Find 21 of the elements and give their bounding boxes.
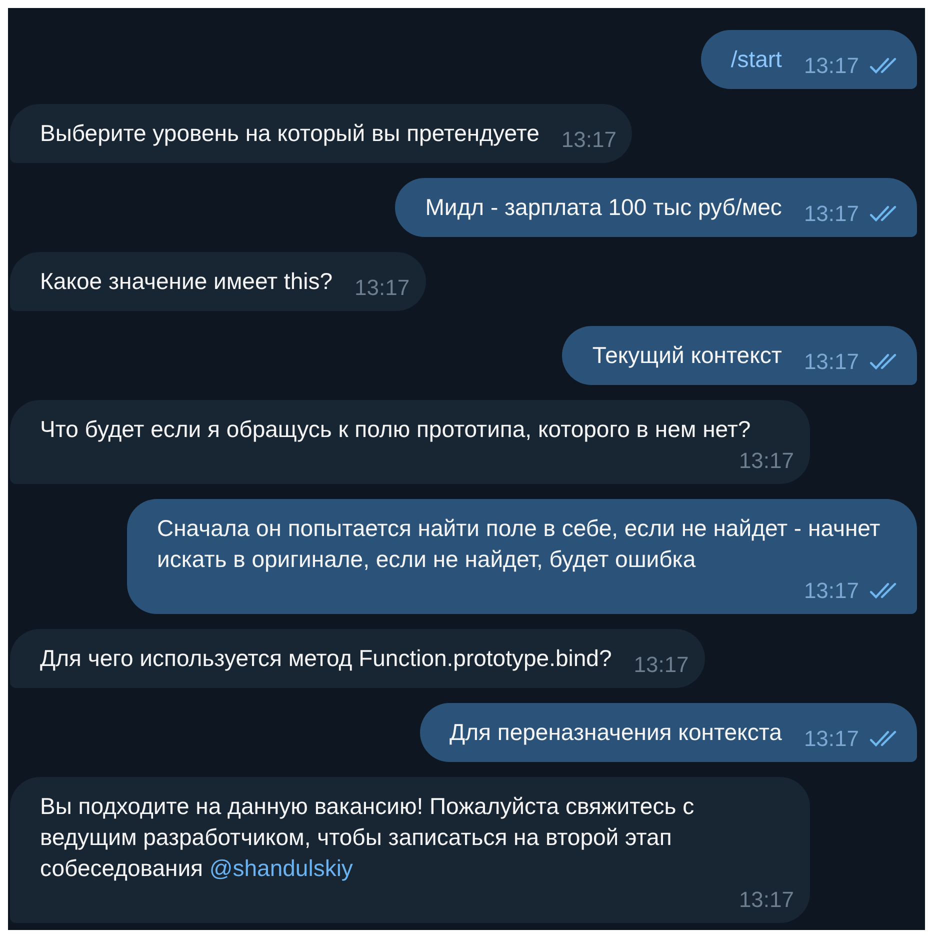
message-text: Текущий контекст [592,341,782,370]
message-time: 13:17 [804,577,859,605]
message-text: Сначала он попытается найти поле в себе, если не найдет - начнет искать в оригинале, если не найдет, будет ошибка [157,514,882,574]
message-time: 13:17 [804,348,859,376]
message-time: 13:17 [561,126,616,154]
mention-link[interactable]: @shandulskiy [209,855,353,881]
message-text: Выберите уровень на который вы претендуете [40,119,540,148]
message-time: 13:17 [738,886,794,914]
message-text: Вы подходите на данную вакансию! Пожалуйста свяжитесь с ведущим разработчиком, чтобы записаться на второй этап собеседования @shandulskiy [40,792,696,883]
message-text: Мидл - зарплата 100 тыс руб/мес [425,193,782,222]
message-time: 13:17 [738,447,794,475]
message-time: 13:17 [354,274,410,302]
message-text: Для переназначения контекста [450,718,782,747]
message-time: 13:17 [634,651,689,679]
message-text: Для чего используется метод Function.prototype.bind? [40,644,612,673]
message-text: /start [730,45,782,74]
message-time: 13:17 [804,200,859,228]
message-time: 13:17 [804,725,859,753]
message-text: Что будет если я обращусь к полю прототипа, которого в нем нет? [40,415,751,444]
message-text: Какое значение имеет this? [40,267,333,296]
message-time: 13:17 [804,52,859,80]
